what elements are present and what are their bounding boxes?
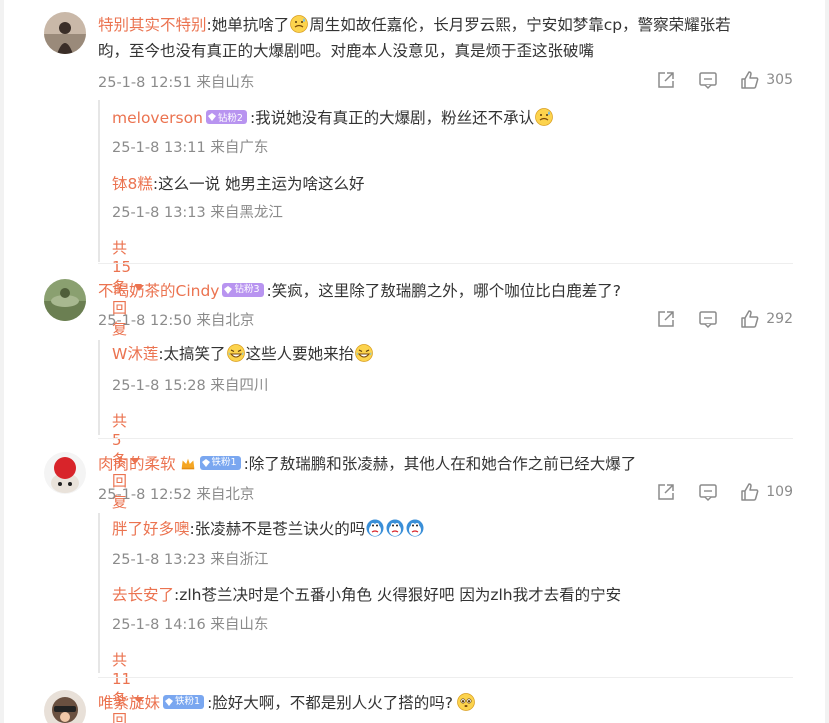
emoji-laugh: [355, 344, 373, 362]
share-icon: [658, 311, 675, 327]
fan-badge: 铁粉1: [199, 456, 241, 470]
comment-text: 特别其实不特别:她单抗啥了 周生如故任嘉伦，长月罗云熙，宁安如梦靠cp，警察荣耀张…: [98, 15, 731, 60]
divider: [98, 438, 793, 439]
reply-meta: 25-1-8 13:11 来自广东: [112, 140, 269, 156]
like-icon: [741, 310, 759, 328]
avatar[interactable]: [44, 452, 86, 494]
like-icon: [741, 483, 759, 501]
emoji-laugh: [226, 344, 245, 362]
comment-meta: 25-1-8 12:52 来自北京: [98, 487, 255, 503]
reply-author[interactable]: 胖了好多噢: [112, 520, 190, 538]
reply-meta: 25-1-8 13:13 来自黑龙江: [112, 205, 283, 221]
share-button[interactable]: [656, 70, 676, 90]
reply-author[interactable]: 钵8糕: [112, 175, 153, 193]
avatar[interactable]: [44, 690, 86, 723]
like-count: 305: [766, 72, 793, 88]
comment-button[interactable]: [698, 482, 718, 502]
divider: [98, 677, 793, 678]
fan-badge: 钻粉3: [222, 283, 264, 297]
comment-meta: 25-1-8 12:50 来自北京: [98, 313, 255, 329]
comment-actions: 109: [634, 482, 793, 502]
comment-author[interactable]: 不喝奶茶的Cindy: [98, 282, 219, 300]
reply-author[interactable]: meloverson: [112, 109, 203, 127]
like-icon: [741, 71, 759, 89]
share-button[interactable]: [656, 482, 676, 502]
reply-meta: 25-1-8 14:16 来自山东: [112, 617, 269, 633]
comment-author[interactable]: 特别其实不特别: [98, 16, 207, 34]
comments-panel: 特别其实不特别:她单抗啥了 周生如故任嘉伦，长月罗云熙，宁安如梦靠cp，警察荣耀张…: [4, 0, 825, 723]
avatar[interactable]: [44, 279, 86, 321]
reply-author[interactable]: W沐莲: [112, 345, 158, 363]
emoji-sweat: [535, 108, 554, 126]
reply-author[interactable]: 去长安了: [112, 586, 174, 604]
like-count: 292: [766, 311, 793, 327]
fan-badge: 钻粉2: [205, 110, 247, 124]
emoji-cry: [366, 519, 384, 537]
emoji-pleading: [457, 693, 475, 711]
share-icon: [658, 72, 675, 88]
reply-list: meloverson 钻粉2:我说她没有真正的大爆剧，粉丝还不承认 25-1-8 …: [98, 100, 554, 338]
comment-meta: 25-1-8 12:51 来自山东: [98, 75, 255, 91]
comment-button[interactable]: [698, 70, 718, 90]
comment-text: 不喝奶茶的Cindy 钻粉3:笑疯，这里除了敖瑞鹏之外，哪个咖位比白鹿差了?: [98, 282, 621, 300]
reply-list: 胖了好多噢:张凌赫不是苍兰诀火的吗 25-1-8 13:23 来自浙江 去长安了…: [98, 513, 621, 723]
fan-badge: 铁粉1: [163, 695, 205, 709]
diamond-icon: [207, 113, 216, 121]
reply-text: meloverson 钻粉2:我说她没有真正的大爆剧，粉丝还不承认: [112, 106, 554, 128]
comment-icon: [699, 72, 718, 90]
comment-icon: [699, 484, 718, 502]
comment-icon: [699, 311, 718, 329]
comment-author[interactable]: 肉肉的柔软: [98, 455, 176, 473]
comment-author[interactable]: 唯紫旋妹: [98, 694, 160, 712]
emoji-cry: [406, 519, 424, 537]
like-button[interactable]: 305: [740, 70, 793, 90]
share-button[interactable]: [656, 309, 676, 329]
reply-text: 胖了好多噢:张凌赫不是苍兰诀火的吗: [112, 517, 425, 539]
reply-meta: 25-1-8 13:23 来自浙江: [112, 552, 269, 568]
crown-icon: [181, 458, 194, 470]
share-icon: [658, 484, 675, 500]
reply-text: 钵8糕:这么一说 她男主运为啥这么好: [112, 175, 365, 193]
like-count: 109: [766, 484, 793, 500]
reply-meta: 25-1-8 15:28 来自四川: [112, 378, 269, 394]
divider: [98, 263, 793, 264]
emoji-cry: [386, 519, 404, 537]
emoji-sweat: [290, 15, 309, 33]
diamond-icon: [165, 698, 174, 706]
like-button[interactable]: 292: [740, 309, 793, 329]
comment-actions: 305: [634, 70, 793, 90]
diamond-icon: [224, 286, 233, 294]
reply-text: 去长安了:zlh苍兰决时是个五番小角色 火得狠好吧 因为zlh我才去看的宁安: [112, 586, 622, 604]
comment-actions: 292: [634, 309, 793, 329]
comment-text: 唯紫旋妹 铁粉1:脸好大啊，不都是别人火了搭的吗?: [98, 690, 788, 716]
like-button[interactable]: 109: [740, 482, 793, 502]
reply-text: W沐莲:太搞笑了 这些人要她来抬: [112, 342, 374, 364]
comment-text: 肉肉的柔软 铁粉1:除了敖瑞鹏和张凌赫，其他人在和她合作之前已经大爆了: [98, 455, 637, 473]
comment-button[interactable]: [698, 309, 718, 329]
reply-list: W沐莲:太搞笑了 这些人要她来抬 25-1-8 15:28 来自四川 共5条回复: [98, 340, 373, 511]
diamond-icon: [201, 459, 210, 467]
avatar[interactable]: [44, 12, 86, 54]
